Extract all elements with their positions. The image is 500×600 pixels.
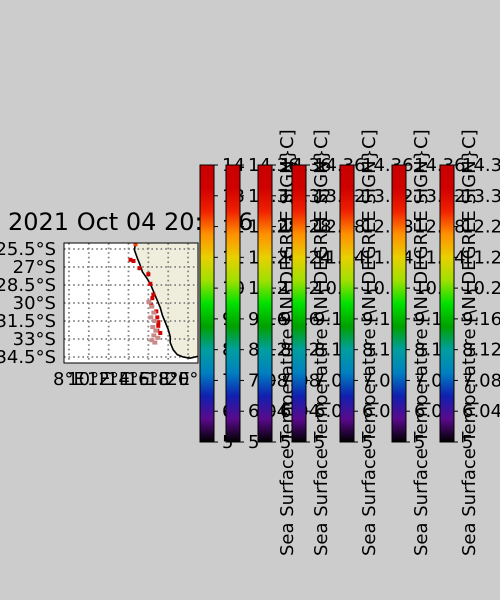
colorbar-6: 14.3613.3212.2811.2410.29.168.127.086.04… <box>391 129 466 556</box>
lat-tick-label: 34.5°S <box>0 347 56 368</box>
colorbars: 14131211109876514.3613.3212.2811.2410.29… <box>199 129 500 556</box>
colorbar-gradient <box>439 164 455 443</box>
sst-cell <box>137 266 142 271</box>
latitude-labels: 25.5°S27°S28.5°S30°S31.5°S33°S34.5°S <box>0 239 56 368</box>
sst-cell <box>151 292 156 297</box>
sst-cell <box>155 315 160 320</box>
sst-cell-masked <box>153 328 159 333</box>
colorbar-gradient <box>391 164 407 443</box>
sst-cell <box>156 323 161 328</box>
sst-cell <box>131 259 136 263</box>
colorbar-gradient <box>225 164 241 443</box>
sst-cell-masked <box>152 319 158 323</box>
colorbar-gradient <box>199 164 215 443</box>
colorbar-gradient <box>291 164 307 443</box>
sst-cell <box>146 272 151 277</box>
sst-cell-masked <box>148 315 154 320</box>
sst-cell-masked <box>152 340 158 345</box>
sst-cell <box>150 296 155 301</box>
sst-cell-masked <box>149 304 155 309</box>
colorbar-label: Sea Surface Temperature [\N{DEGREE SIGN}… <box>411 129 432 556</box>
colorbar-gradient <box>257 164 273 443</box>
colorbar-7: 14.3613.3212.2811.2410.29.168.127.086.04… <box>439 129 500 556</box>
longitude-labels: 8°E10°E12°E14°E16°E18°E20°E <box>53 369 210 390</box>
colorbar-label: Sea Surface Temperature [\N{DEGREE SIGN}… <box>459 129 480 556</box>
map-panel: 25.5°S27°S28.5°S30°S31.5°S33°S34.5°S 8°E… <box>0 239 210 390</box>
colorbar-4: 14.3613.3212.2811.2410.29.168.127.086.04… <box>291 129 366 556</box>
colorbar-label: Sea Surface Temperature [\N{DEGREE SIGN}… <box>311 129 332 556</box>
sst-figure: 2021 Oct 04 20: 6 25.5°S27°S28.5°S30°S31… <box>0 129 500 556</box>
sst-cell-masked <box>151 310 157 315</box>
sst-cell-masked <box>150 325 156 329</box>
chart-title: 2021 Oct 04 20: <box>8 208 203 236</box>
colorbar-gradient <box>339 164 355 443</box>
sst-cell-masked <box>146 299 152 304</box>
colorbar-label: Sea Surface Temperature [\N{DEGREE SIGN}… <box>359 129 380 556</box>
sst-cell-masked <box>155 335 161 340</box>
sst-cell <box>148 281 153 286</box>
sst-cell <box>158 331 163 335</box>
